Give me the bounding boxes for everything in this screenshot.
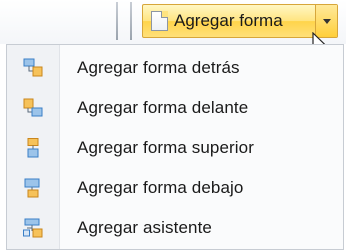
- add-shape-after-icon: [23, 58, 43, 77]
- menu-item-label: Agregar forma debajo: [77, 178, 244, 197]
- add-shape-dropdown-menu: Agregar forma detrás Agregar forma delan…: [6, 44, 344, 250]
- ribbon-strip: Agregar forma: [0, 0, 346, 57]
- add-assistant-icon: [23, 218, 43, 238]
- menu-item-add-shape-after[interactable]: Agregar forma detrás: [7, 49, 343, 87]
- dropdown-arrow-icon: [322, 18, 331, 24]
- add-shape-button[interactable]: Agregar forma: [143, 5, 315, 37]
- menu-item-add-assistant[interactable]: Agregar asistente: [7, 209, 343, 247]
- menu-item-label: Agregar forma delante: [77, 98, 249, 117]
- add-shape-below-icon: [24, 178, 40, 198]
- menu-item-label: Agregar forma detrás: [77, 58, 240, 77]
- menu-item-label: Agregar asistente: [77, 218, 212, 237]
- ribbon-separator: [116, 2, 118, 40]
- add-shape-above-icon: [27, 138, 39, 158]
- add-shape-button-label: Agregar forma: [174, 11, 283, 30]
- ribbon-separator: [130, 2, 132, 40]
- menu-item-add-shape-above[interactable]: Agregar forma superior: [7, 129, 343, 167]
- add-shape-before-icon: [23, 98, 43, 117]
- menu-item-add-shape-before[interactable]: Agregar forma delante: [7, 89, 343, 127]
- document-icon: [151, 11, 168, 31]
- menu-item-label: Agregar forma superior: [77, 138, 254, 157]
- menu-item-add-shape-below[interactable]: Agregar forma debajo: [7, 169, 343, 207]
- add-shape-split-button[interactable]: Agregar forma: [142, 4, 338, 38]
